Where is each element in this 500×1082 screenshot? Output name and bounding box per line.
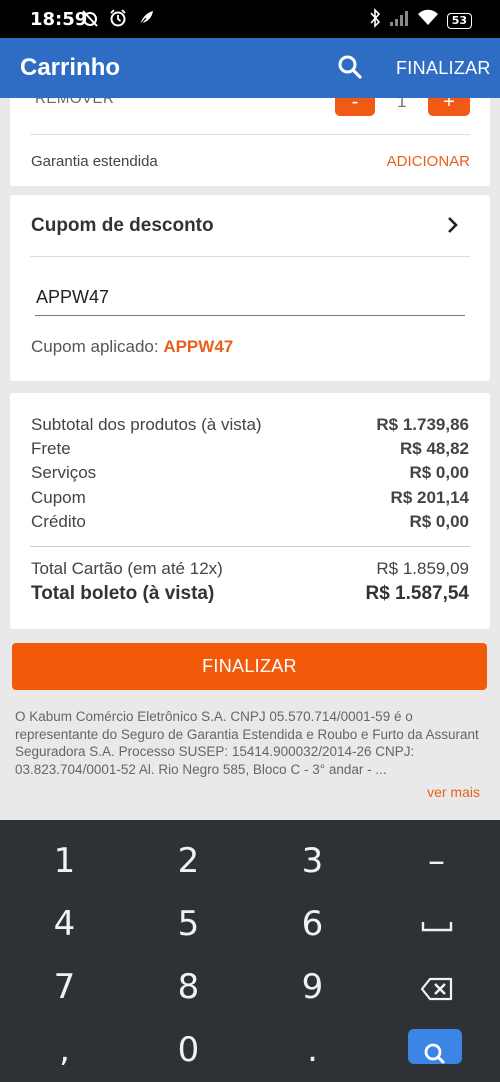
add-warranty-button[interactable]: ADICIONAR	[387, 153, 470, 170]
coupon-applied-text: Cupom aplicado: APPW47	[31, 337, 233, 357]
divider	[30, 256, 470, 257]
key-period[interactable]: .	[250, 1019, 375, 1081]
summary-row: Serviços R$ 0,00	[31, 463, 469, 483]
numeric-keyboard: 1 2 3 – 4 5 6 7 8 9 , 0 .	[0, 820, 500, 1082]
decrease-quantity-button[interactable]: -	[335, 98, 375, 116]
increase-quantity-button[interactable]: +	[428, 98, 470, 116]
key-1[interactable]: 1	[2, 830, 127, 892]
summary-row: Frete R$ 48,82	[31, 439, 469, 459]
key-9[interactable]: 9	[250, 956, 375, 1018]
summary-label: Serviços	[31, 463, 97, 482]
feather-icon	[136, 8, 156, 33]
quantity-value: 1	[397, 98, 407, 111]
wifi-icon	[417, 9, 439, 32]
summary-label: Subtotal dos produtos (à vista)	[31, 415, 262, 434]
summary-value: R$ 0,00	[409, 463, 469, 482]
remove-button[interactable]: REMOVER	[35, 98, 114, 107]
divider	[30, 134, 470, 135]
search-key[interactable]	[374, 1019, 499, 1081]
boleto-total-row: Total boleto (à vista) R$ 1.587,54	[31, 583, 469, 605]
summary-label: Frete	[31, 439, 71, 458]
summary-value: R$ 1.739,86	[376, 415, 469, 434]
key-3[interactable]: 3	[250, 830, 375, 892]
order-summary-card: Subtotal dos produtos (à vista) R$ 1.739…	[10, 393, 490, 629]
summary-row: Cupom R$ 201,14	[31, 488, 469, 508]
summary-value: R$ 48,82	[400, 439, 469, 458]
summary-row: Subtotal dos produtos (à vista) R$ 1.739…	[31, 415, 469, 435]
card-total-label: Total Cartão (em até 12x)	[31, 559, 223, 578]
see-more-link[interactable]: ver mais	[427, 784, 480, 800]
battery-icon: 53	[446, 12, 472, 29]
backspace-icon[interactable]	[374, 956, 499, 1018]
card-total-value: R$ 1.859,09	[376, 559, 469, 578]
summary-label: Crédito	[31, 512, 86, 531]
finalize-button[interactable]: FINALIZAR	[12, 643, 487, 690]
key-4[interactable]: 4	[2, 893, 127, 955]
search-key-background	[408, 1029, 462, 1064]
key-2[interactable]: 2	[126, 830, 251, 892]
alarm-off-icon	[80, 8, 100, 33]
coupon-card: Cupom de desconto Cupom aplicado: APPW47	[10, 195, 490, 381]
chevron-right-icon[interactable]	[446, 215, 460, 235]
key-7[interactable]: 7	[2, 956, 127, 1018]
coupon-applied-code: APPW47	[163, 337, 234, 356]
status-bar: 18:59 53	[0, 0, 500, 38]
alarm-clock-icon	[108, 8, 128, 33]
status-time: 18:59	[30, 9, 88, 30]
key-dash[interactable]: –	[374, 830, 499, 892]
signal-icon	[389, 9, 409, 32]
product-card: REMOVER - 1 + Garantia estendida ADICION…	[10, 98, 490, 186]
key-comma[interactable]: ,	[2, 1019, 127, 1081]
key-6[interactable]: 6	[250, 893, 375, 955]
summary-label: Cupom	[31, 488, 86, 507]
bluetooth-icon	[369, 8, 381, 33]
cart-content[interactable]: REMOVER - 1 + Garantia estendida ADICION…	[0, 98, 500, 820]
extended-warranty-label: Garantia estendida	[31, 153, 158, 170]
key-0[interactable]: 0	[126, 1019, 251, 1081]
coupon-title[interactable]: Cupom de desconto	[31, 215, 214, 237]
card-total-row: Total Cartão (em até 12x) R$ 1.859,09	[31, 559, 469, 579]
app-bar: Carrinho FINALIZAR	[0, 38, 500, 98]
search-icon[interactable]	[337, 54, 363, 80]
key-8[interactable]: 8	[126, 956, 251, 1018]
space-key-icon[interactable]	[374, 893, 499, 955]
coupon-applied-label: Cupom aplicado:	[31, 337, 164, 356]
legal-text: O Kabum Comércio Eletrônico S.A. CNPJ 05…	[15, 709, 479, 777]
key-5[interactable]: 5	[126, 893, 251, 955]
boleto-total-label: Total boleto (à vista)	[31, 583, 215, 604]
summary-value: R$ 201,14	[390, 488, 469, 507]
coupon-input[interactable]	[35, 280, 465, 316]
divider	[30, 546, 470, 547]
page-title: Carrinho	[20, 54, 121, 81]
finalize-top-button[interactable]: FINALIZAR	[396, 58, 491, 79]
summary-value: R$ 0,00	[409, 512, 469, 531]
summary-row: Crédito R$ 0,00	[31, 512, 469, 532]
boleto-total-value: R$ 1.587,54	[365, 583, 469, 604]
